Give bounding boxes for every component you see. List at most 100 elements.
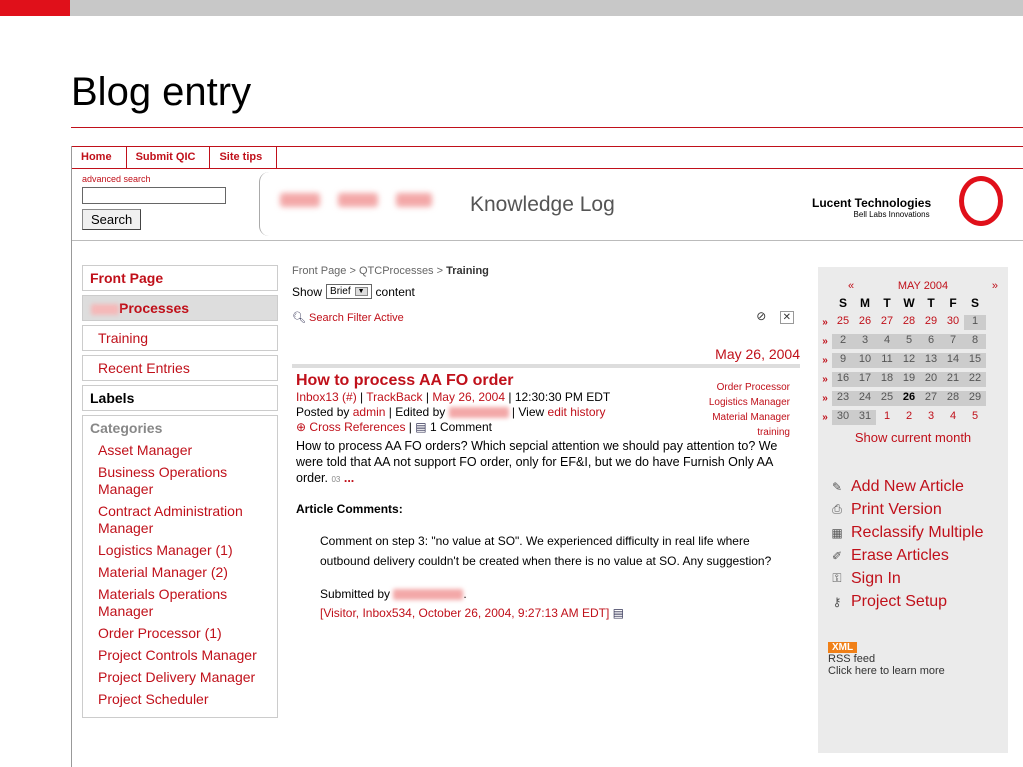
calendar-day[interactable]: 28 (942, 391, 964, 406)
show-current-month-link[interactable]: Show current month (818, 430, 1008, 445)
calendar-day[interactable]: 3 (854, 334, 876, 349)
tag-link[interactable]: Logistics Manager (709, 395, 790, 410)
calendar-day[interactable]: 22 (964, 372, 986, 387)
calendar-day[interactable]: 28 (898, 315, 920, 330)
calendar-day-selected[interactable]: 26 (898, 391, 920, 406)
category-link[interactable]: Contract Administration Manager (90, 503, 270, 537)
calendar-day[interactable]: 7 (942, 334, 964, 349)
calendar-day[interactable]: 20 (920, 372, 942, 387)
calendar-day[interactable]: 23 (832, 391, 854, 406)
calendar-day[interactable]: 25 (832, 315, 854, 330)
category-link[interactable]: Project Scheduler (90, 691, 270, 708)
week-arrow[interactable]: » (818, 355, 832, 366)
week-arrow[interactable]: » (818, 412, 832, 423)
calendar-day[interactable]: 1 (876, 410, 898, 425)
category-link[interactable]: Asset Manager (90, 442, 270, 459)
calendar-day[interactable]: 29 (920, 315, 942, 330)
week-arrow[interactable]: » (818, 317, 832, 328)
calendar-prev-button[interactable]: « (848, 280, 854, 292)
sidebar-item-processes[interactable]: Processes (82, 295, 278, 321)
calendar-day[interactable]: 24 (854, 391, 876, 406)
category-link[interactable]: Project Delivery Manager (90, 669, 270, 686)
tab-site-tips[interactable]: Site tips (210, 147, 278, 168)
date-link[interactable]: May 26, 2004 (432, 390, 505, 404)
add-article-icon: ✎ (831, 479, 843, 494)
calendar-day[interactable]: 8 (964, 334, 986, 349)
calendar-day[interactable]: 18 (876, 372, 898, 387)
calendar-day[interactable]: 9 (832, 353, 854, 368)
search-filter-link[interactable]: Search Filter Active (309, 312, 404, 324)
calendar-day[interactable]: 2 (832, 334, 854, 349)
inbox-link[interactable]: Inbox13 (#) (296, 390, 357, 404)
rss-learn-more-link[interactable]: Click here to learn more (828, 665, 1008, 677)
sidebar-labels-heading: Labels (82, 385, 278, 411)
category-link[interactable]: Project Controls Manager (90, 647, 270, 664)
breadcrumb-processes[interactable]: QTCProcesses (359, 265, 434, 277)
calendar-day[interactable]: 15 (964, 353, 986, 368)
category-link[interactable]: Order Processor (1) (90, 625, 270, 642)
week-arrow[interactable]: » (818, 374, 832, 385)
calendar-day[interactable]: 30 (942, 315, 964, 330)
sidebar-item-front-page[interactable]: Front Page (82, 265, 278, 291)
sidebar-item-training[interactable]: Training (82, 325, 278, 351)
close-icon[interactable]: ✕ (779, 311, 794, 324)
calendar-day[interactable]: 21 (942, 372, 964, 387)
sidebar-item-recent-entries[interactable]: Recent Entries (82, 355, 278, 381)
tab-submit-qic[interactable]: Submit QIC (127, 147, 211, 168)
category-link[interactable]: Business Operations Manager (90, 464, 270, 498)
help-icon[interactable]: ⊘ (756, 309, 766, 323)
add-new-article-link[interactable]: ✎ Add New Article (828, 475, 1008, 498)
calendar-day[interactable]: 30 (832, 410, 854, 425)
calendar-day[interactable]: 1 (964, 315, 986, 330)
comments-count[interactable]: 1 Comment (430, 420, 492, 434)
calendar-day[interactable]: 12 (898, 353, 920, 368)
category-link[interactable]: Materials Operations Manager (90, 586, 270, 620)
edit-history-link[interactable]: edit history (548, 405, 606, 419)
calendar-day[interactable]: 25 (876, 391, 898, 406)
calendar-day[interactable]: 16 (832, 372, 854, 387)
trackback-link[interactable]: TrackBack (366, 390, 422, 404)
cross-references-link[interactable]: Cross References (309, 420, 405, 434)
week-arrow[interactable]: » (818, 336, 832, 347)
xml-badge[interactable]: XML (828, 642, 858, 653)
calendar-day[interactable]: 27 (876, 315, 898, 330)
calendar-day[interactable]: 4 (876, 334, 898, 349)
search-input[interactable] (82, 187, 226, 204)
category-link[interactable]: Logistics Manager (1) (90, 542, 270, 559)
erase-articles-link[interactable]: ✐ Erase Articles (828, 544, 1008, 567)
reclassify-multiple-link[interactable]: ▦ Reclassify Multiple (828, 521, 1008, 544)
read-more-link[interactable]: ... (344, 471, 354, 485)
search-button[interactable]: Search (82, 209, 142, 230)
tag-link[interactable]: Order Processor (709, 380, 790, 395)
calendar-day[interactable]: 4 (942, 410, 964, 425)
tag-link[interactable]: training (709, 425, 790, 440)
calendar-day[interactable]: 31 (854, 410, 876, 425)
calendar-day[interactable]: 29 (964, 391, 986, 406)
print-version-link[interactable]: ⎙ Print Version (828, 498, 1008, 521)
calendar-day[interactable]: 2 (898, 410, 920, 425)
calendar-day[interactable]: 11 (876, 353, 898, 368)
calendar-day[interactable]: 17 (854, 372, 876, 387)
calendar-day[interactable]: 19 (898, 372, 920, 387)
calendar-day[interactable]: 5 (964, 410, 986, 425)
project-setup-link[interactable]: ⚷ Project Setup (828, 590, 1008, 613)
week-arrow[interactable]: » (818, 393, 832, 404)
author-link[interactable]: admin (353, 405, 386, 419)
category-link[interactable]: Material Manager (2) (90, 564, 270, 581)
calendar-day[interactable]: 26 (854, 315, 876, 330)
advanced-search-link[interactable]: advanced search (82, 174, 226, 184)
breadcrumb-front-page[interactable]: Front Page (292, 265, 346, 277)
tab-home[interactable]: Home (72, 147, 127, 168)
calendar-day[interactable]: 27 (920, 391, 942, 406)
calendar-day[interactable]: 13 (920, 353, 942, 368)
comment-icon[interactable]: ▤ (613, 606, 624, 620)
calendar-day[interactable]: 6 (920, 334, 942, 349)
sign-in-link[interactable]: ⚿ Sign In (828, 567, 1008, 590)
calendar-day[interactable]: 3 (920, 410, 942, 425)
calendar-next-button[interactable]: » (992, 280, 998, 292)
calendar-day[interactable]: 14 (942, 353, 964, 368)
show-mode-select[interactable]: Brief ▼ (326, 284, 372, 299)
calendar-day[interactable]: 5 (898, 334, 920, 349)
tag-link[interactable]: Material Manager (709, 410, 790, 425)
calendar-day[interactable]: 10 (854, 353, 876, 368)
